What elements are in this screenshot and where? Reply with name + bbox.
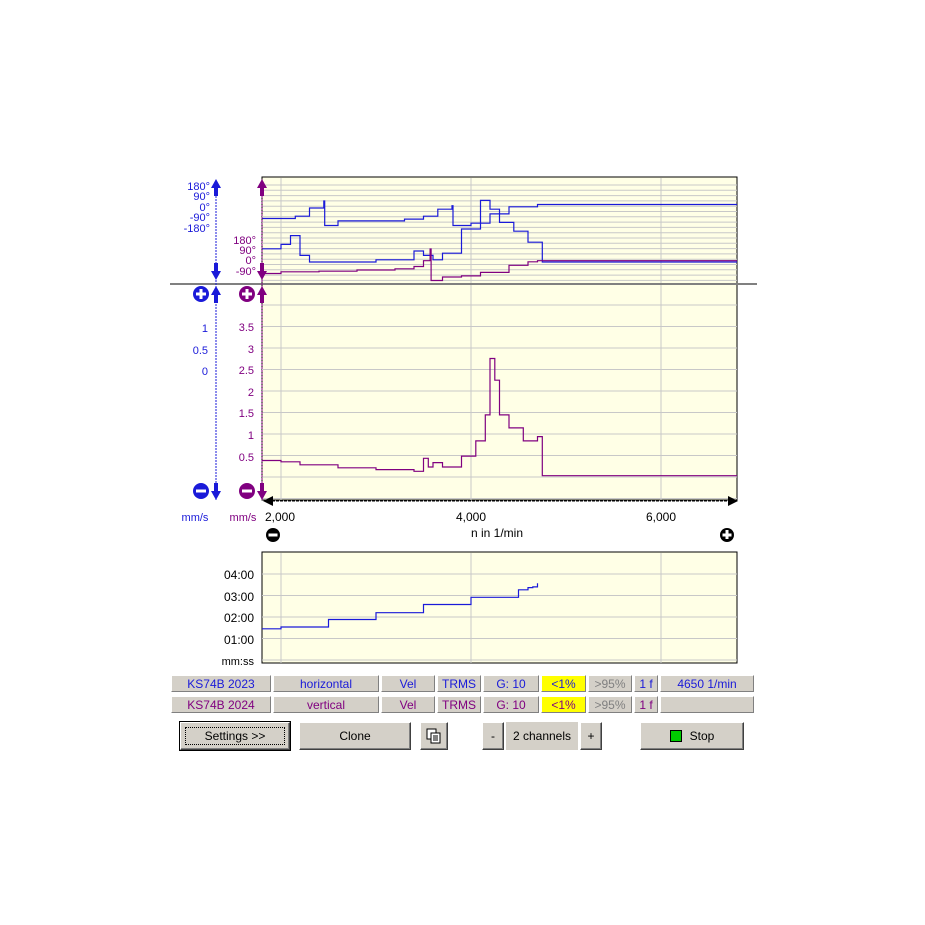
clone-button[interactable]: Clone [299, 722, 411, 750]
channel-mode[interactable]: TRMS [437, 696, 481, 713]
plus-label: + [587, 729, 595, 743]
stop-button-label: Stop [689, 729, 715, 743]
ch1-phase-up-arrow-icon[interactable] [211, 179, 221, 196]
time-tick: 01:00 [224, 633, 254, 647]
ch1-zoom-out-icon[interactable] [193, 483, 209, 499]
add-channel-button[interactable]: + [580, 722, 602, 750]
channel-average[interactable]: 1 f [634, 675, 658, 692]
measurement-window: 180° 90° 0° -90° -180° 180° 90° 0° -90° … [170, 170, 757, 755]
copy-button[interactable] [420, 722, 448, 750]
settings-button-label: Settings >> [204, 729, 266, 743]
channel-row-1[interactable]: KS74B 2023 horizontal Vel TRMS G: 10 <1%… [170, 675, 757, 694]
minus-label: - [491, 729, 495, 743]
ch2-amp-tick: 1.5 [239, 408, 254, 420]
settings-button[interactable]: Settings >> [179, 721, 291, 751]
channel-quantity[interactable]: Vel [381, 675, 435, 692]
channel-gain[interactable]: G: 10 [483, 696, 539, 713]
ch1-amp-tick: 1 [202, 323, 208, 335]
chart-area: 180° 90° 0° -90° -180° 180° 90° 0° -90° … [170, 176, 757, 668]
channel-direction[interactable]: horizontal [273, 675, 379, 692]
ch1-zoom-in-icon[interactable] [193, 286, 209, 302]
time-tick: 02:00 [224, 611, 254, 625]
underrange-indicator: <1% [541, 696, 586, 713]
stop-button[interactable]: Stop [640, 722, 744, 750]
ch2-amp-tick: 0.5 [239, 452, 254, 464]
ch1-unit-label: mm/s [182, 512, 209, 524]
ch2-amp-tick: 3.5 [239, 322, 254, 334]
ch1-amp-up-arrow-icon[interactable] [211, 286, 221, 303]
underrange-indicator: <1% [541, 675, 586, 692]
channel-speed [660, 696, 754, 713]
ch1-amp-tick: 0.5 [193, 345, 208, 357]
x-tick: 6,000 [646, 510, 676, 524]
clone-button-label: Clone [339, 729, 371, 743]
ch1-phase-label: -180° [184, 223, 210, 235]
ch2-amp-tick: 2 [248, 387, 254, 399]
ch2-amp-tick: 1 [248, 430, 254, 442]
overrange-indicator: >95% [588, 675, 632, 692]
ch2-unit-label: mm/s [230, 512, 257, 524]
ch1-amp-tick: 0 [202, 366, 208, 378]
channel-quantity[interactable]: Vel [381, 696, 435, 713]
x-axis-title: n in 1/min [471, 526, 523, 540]
time-plot-background [261, 551, 738, 664]
channel-row-2[interactable]: KS74B 2024 vertical Vel TRMS G: 10 <1% >… [170, 696, 757, 715]
ch2-zoom-in-icon[interactable] [239, 286, 255, 302]
channel-count-label: 2 channels [506, 722, 578, 750]
ch1-phase-down-arrow-icon[interactable] [211, 263, 221, 280]
time-tick: 04:00 [224, 568, 254, 582]
x-tick: 2,000 [265, 510, 295, 524]
channel-name[interactable]: KS74B 2023 [171, 675, 271, 692]
running-led-icon [669, 730, 682, 742]
ch1-amp-down-arrow-icon[interactable] [211, 483, 221, 500]
ch2-phase-label: -90° [236, 266, 256, 278]
overrange-indicator: >95% [588, 696, 632, 713]
ch2-zoom-out-icon[interactable] [239, 483, 255, 499]
channel-gain[interactable]: G: 10 [483, 675, 539, 692]
x-zoom-out-icon[interactable] [266, 528, 280, 542]
x-zoom-in-icon[interactable] [720, 528, 734, 542]
x-tick: 4,000 [456, 510, 486, 524]
channel-average[interactable]: 1 f [634, 696, 658, 713]
channel-mode[interactable]: TRMS [437, 675, 481, 692]
ch2-amp-tick: 2.5 [239, 365, 254, 377]
channel-direction[interactable]: vertical [273, 696, 379, 713]
remove-channel-button[interactable]: - [482, 722, 504, 750]
time-tick: 03:00 [224, 590, 254, 604]
phase-plot-background [261, 176, 738, 285]
time-unit-label: mm:ss [222, 656, 255, 668]
channel-speed: 4650 1/min [660, 675, 754, 692]
ch2-amp-tick: 3 [248, 344, 254, 356]
copy-icon [426, 728, 441, 744]
channel-name[interactable]: KS74B 2024 [171, 696, 271, 713]
